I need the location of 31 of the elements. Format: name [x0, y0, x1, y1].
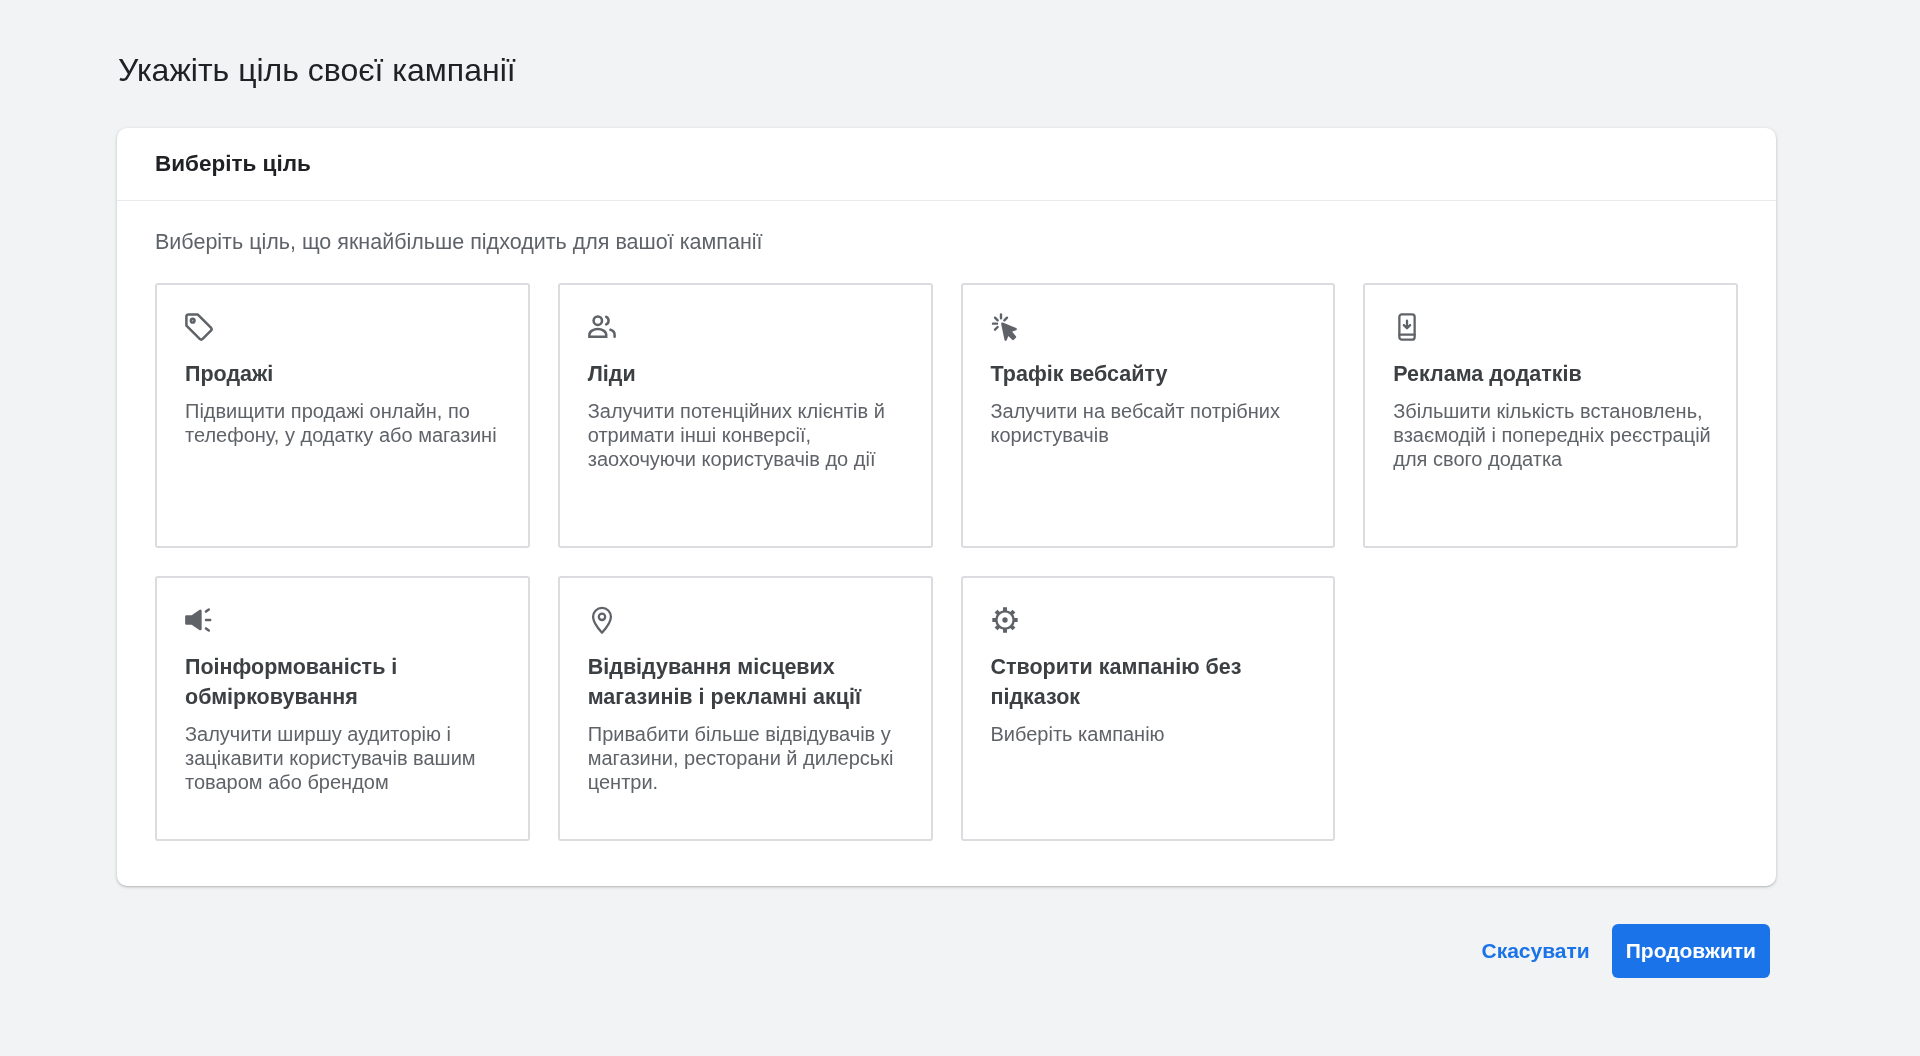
- cancel-button[interactable]: Скасувати: [1467, 924, 1604, 978]
- megaphone-icon: [185, 606, 213, 634]
- section-heading: Виберіть ціль: [155, 151, 311, 177]
- goal-description: Залучити на вебсайт потрібних користувачів: [990, 399, 1282, 447]
- goal-description: Виберіть кампанію: [990, 722, 1165, 746]
- goal-title: Поінформованість і обмірковування: [185, 654, 399, 711]
- goal-title: Реклама додатків: [1393, 361, 1582, 388]
- goal-card[interactable]: Реклама додатків Збільшити кількість встановлень, взаємодій і попередніх реєстрацій для свого додатка: [1363, 283, 1738, 548]
- goal-description: Збільшити кількість встановлень, взаємодій і попередніх реєстрацій для свого додатка: [1393, 399, 1712, 471]
- goal-description: Підвищити продажі онлайн, по телефону, у додатку або магазині: [185, 399, 498, 447]
- continue-button[interactable]: Продовжити: [1611, 924, 1770, 978]
- goal-title: Ліди: [587, 361, 636, 388]
- page-title: Укажіть ціль своєї кампанії: [118, 51, 516, 90]
- tag-icon: [185, 313, 213, 341]
- goal-card[interactable]: Трафік вебсайту Залучити на вебсайт потрібних користувачів: [960, 283, 1336, 548]
- goal-title: Створити кампанію без підказок: [990, 654, 1243, 711]
- goal-description: Залучити потенційних клієнтів й отримати інші конверсії, заохочуючи користувачів до дії: [587, 399, 886, 471]
- goal-card[interactable]: Поінформованість і обмірковування Залучити ширшу аудиторію і зацікавити користувачів вашим товаром або брендом: [155, 576, 530, 841]
- gear-icon: [990, 606, 1019, 634]
- goal-title: Відвідування місцевих магазинів і рекламні акції: [587, 654, 863, 711]
- goal-title: Трафік вебсайту: [990, 361, 1168, 388]
- goal-description: Залучити ширшу аудиторію і зацікавити користувачів вашим товаром або брендом: [185, 722, 477, 794]
- goal-title: Продажі: [185, 361, 274, 388]
- section-subtitle: Виберіть ціль, що якнайбільше підходить для вашої кампанії: [155, 229, 763, 255]
- goal-card[interactable]: Ліди Залучити потенційних клієнтів й отримати інші конверсії, заохочуючи користувачів до дії: [557, 283, 933, 548]
- goal-description: Привабити більше відвідувачів у магазини, ресторани й дилерські центри.: [587, 722, 895, 794]
- goal-card[interactable]: Продажі Підвищити продажі онлайн, по телефону, у додатку або магазині: [155, 283, 530, 548]
- goal-card[interactable]: Відвідування місцевих магазинів і рекламні акції Привабити більше відвідувачів у магазини, ресторани й дилерські центри.: [557, 576, 933, 841]
- goal-card[interactable]: Створити кампанію без підказок Виберіть кампанію: [960, 576, 1336, 841]
- cursor-click-icon: [990, 313, 1019, 341]
- people-icon: [587, 313, 616, 341]
